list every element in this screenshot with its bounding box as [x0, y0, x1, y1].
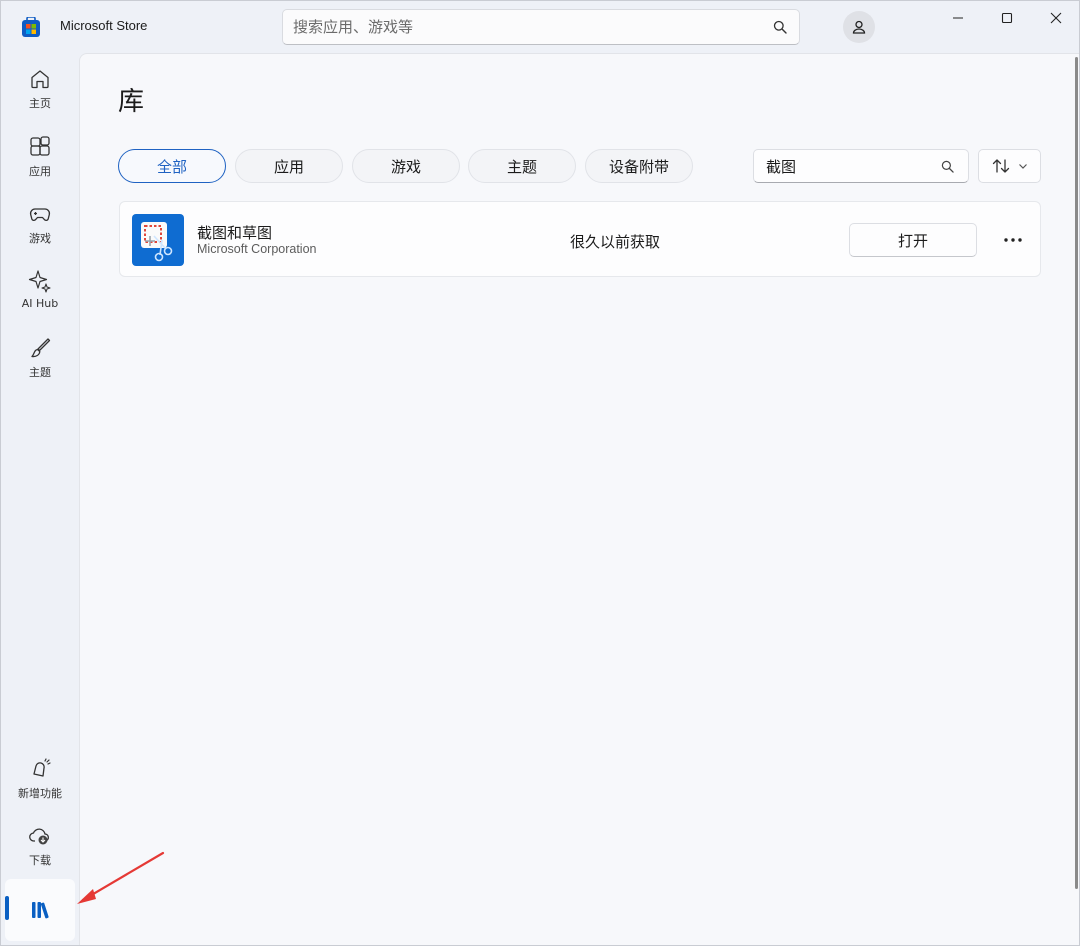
filter-games[interactable]: 游戏	[352, 149, 460, 183]
maximize-icon	[1001, 12, 1013, 24]
minimize-button[interactable]	[933, 1, 983, 35]
search-icon[interactable]	[773, 20, 787, 34]
sidebar-item-whats-new[interactable]: 新增功能	[5, 747, 75, 809]
sidebar-item-label: 应用	[29, 165, 51, 178]
sidebar-item-ai-hub[interactable]: AI Hub	[5, 259, 75, 321]
minimize-icon	[953, 17, 963, 19]
sidebar-item-apps[interactable]: 应用	[5, 125, 75, 187]
app-window: Microsoft Store 搜索应用、游戏等 主页 应用 游戏 AI Hub…	[0, 0, 1080, 946]
download-cloud-icon	[29, 828, 49, 845]
sort-icon	[992, 159, 1009, 173]
sidebar-item-home[interactable]: 主页	[5, 57, 75, 119]
sidebar-item-library[interactable]	[5, 879, 75, 941]
sidebar-item-label: 主题	[29, 366, 51, 379]
sidebar-item-label: 下载	[29, 854, 51, 867]
filter-device-included[interactable]: 设备附带	[585, 149, 693, 183]
sidebar-item-label: AI Hub	[21, 297, 59, 310]
home-icon	[31, 70, 49, 89]
maximize-button[interactable]	[982, 1, 1032, 35]
close-icon	[1050, 12, 1062, 24]
filter-apps[interactable]: 应用	[235, 149, 343, 183]
acquired-status: 很久以前获取	[570, 233, 661, 251]
sidebar-item-label: 主页	[29, 97, 51, 110]
snipping-tool-app-icon	[132, 214, 184, 266]
bell-icon	[33, 758, 51, 777]
sort-button[interactable]	[978, 149, 1041, 183]
gamepad-icon	[29, 208, 51, 221]
open-app-button[interactable]: 打开	[849, 223, 977, 257]
annotation-arrow-icon	[77, 851, 165, 904]
sidebar-item-label: 游戏	[29, 232, 51, 245]
title-bar: Microsoft Store	[1, 1, 1079, 53]
close-button[interactable]	[1031, 1, 1079, 35]
sidebar-item-games[interactable]: 游戏	[5, 192, 75, 254]
active-nav-indicator	[5, 896, 9, 920]
more-icon	[1004, 238, 1022, 242]
library-icon	[32, 902, 49, 919]
vertical-scrollbar[interactable]	[1075, 57, 1078, 889]
apps-icon	[30, 136, 50, 156]
library-search-value[interactable]: 截图	[766, 156, 796, 177]
filter-all[interactable]: 全部	[118, 149, 226, 183]
store-search-box[interactable]	[282, 9, 800, 45]
sidebar-item-themes[interactable]: 主题	[5, 326, 75, 388]
main-content	[79, 53, 1079, 945]
search-icon[interactable]	[941, 160, 954, 173]
app-title: Microsoft Store	[60, 18, 148, 33]
account-button[interactable]	[843, 11, 875, 43]
store-logo-icon	[22, 17, 40, 37]
filter-themes[interactable]: 主题	[468, 149, 576, 183]
app-publisher: Microsoft Corporation	[197, 242, 317, 256]
app-name: 截图和草图	[197, 224, 273, 242]
library-search-box[interactable]: 截图	[753, 149, 969, 183]
sidebar-nav: 主页 应用 游戏 AI Hub 主题 新增功能 下载	[1, 53, 79, 945]
brush-icon	[31, 338, 51, 358]
chevron-down-icon	[1018, 164, 1027, 169]
sidebar-item-downloads[interactable]: 下载	[5, 814, 75, 876]
store-search-input[interactable]	[293, 16, 753, 38]
sparkle-icon	[28, 270, 51, 293]
sidebar-item-label: 新增功能	[18, 787, 62, 800]
page-title: 库	[118, 87, 145, 117]
more-options-button[interactable]	[996, 228, 1030, 252]
library-app-row[interactable]: 截图和草图 Microsoft Corporation 很久以前获取 打开	[119, 201, 1041, 277]
user-icon	[852, 20, 866, 34]
